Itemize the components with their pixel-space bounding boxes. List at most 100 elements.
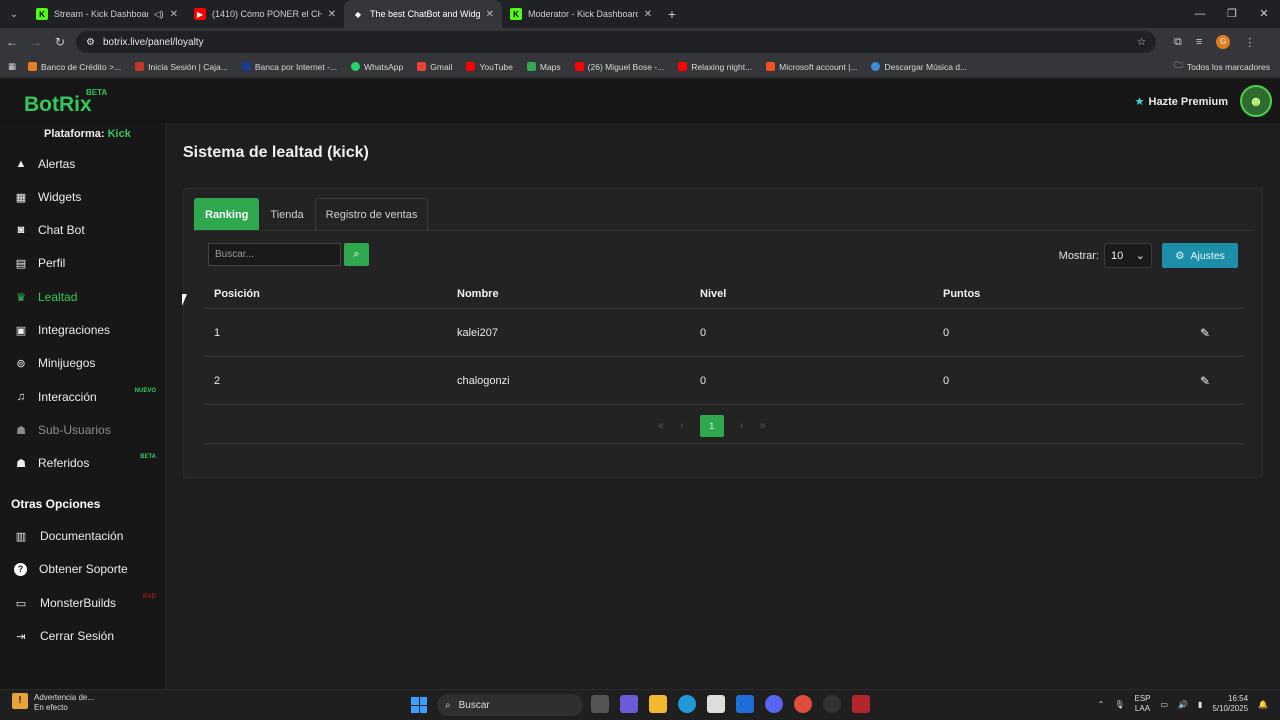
prev-page-icon[interactable]: ‹ [680, 420, 684, 432]
browser-tab[interactable]: K Stream - Kick Dashboard ◁) ✕ [28, 0, 186, 28]
sidebar-item-alertas[interactable]: ▲ Alertas [0, 149, 166, 179]
search-button[interactable]: ⌕ [344, 243, 369, 266]
sidebar-item-perfil[interactable]: ▤ Perfil [0, 248, 166, 278]
weather-warning-widget[interactable]: ! Advertencia de... En efecto [12, 693, 94, 713]
windows-start-icon[interactable] [411, 697, 427, 713]
maximize-icon[interactable]: ❐ [1216, 0, 1248, 28]
chrome-icon[interactable] [794, 695, 812, 713]
tab-tienda[interactable]: Tienda [259, 198, 314, 230]
close-tab-icon[interactable]: ✕ [486, 9, 494, 20]
tab-title: (1410) Cómo PONER el CHAT d [212, 9, 322, 19]
sidebar-item-lealtad[interactable]: ♛ Lealtad [0, 282, 166, 312]
close-window-icon[interactable]: ✕ [1248, 0, 1280, 28]
sidebar-item-soporte[interactable]: ? Obtener Soporte [0, 554, 166, 584]
site-info-icon[interactable]: ⚙ [86, 37, 95, 48]
tab-search-button[interactable]: ⌄ [0, 0, 28, 28]
extensions-icon[interactable]: ⧉ [1174, 36, 1182, 49]
browser-tab-active[interactable]: ◆ The best ChatBot and Widgets ✕ [344, 0, 502, 28]
notification-icon[interactable]: 🔔 [1258, 700, 1268, 709]
gamepad-icon: ⊚ [16, 357, 26, 370]
sidebar-item-interaccion[interactable]: ♫ Interacción NUEVO [0, 382, 166, 412]
premium-label: Hazte Premium [1148, 95, 1228, 108]
bookmark[interactable]: Maps [526, 62, 561, 72]
discord-icon[interactable] [765, 695, 783, 713]
sidebar-item-chat-bot[interactable]: ◙ Chat Bot [0, 215, 166, 245]
bookmark[interactable]: Inicia Sesión | Caja... [135, 62, 228, 72]
task-view-icon[interactable] [591, 695, 609, 713]
audio-icon[interactable]: ◁) [154, 9, 164, 20]
premium-button[interactable]: ★ Hazte Premium [1135, 95, 1228, 109]
url-text: botrix.live/panel/loyalty [102, 36, 204, 48]
system-tray: ⌃ 🎙 ESP LAA ▭ 🔊 ▮ 16:54 5/10/2025 🔔 [1098, 694, 1268, 714]
menu-icon[interactable]: ⋮ [1244, 36, 1255, 49]
botrix-logo[interactable]: BotRix BETA [24, 88, 107, 117]
kick-favicon-icon: K [510, 8, 522, 20]
page-size-select[interactable]: 10 ⌄ [1104, 243, 1152, 268]
url-field[interactable]: ⚙ botrix.live/panel/loyalty ☆ [76, 31, 1156, 53]
bookmark[interactable]: Banco de Crédito >... [28, 62, 121, 72]
new-tab-button[interactable]: + [660, 6, 684, 22]
battery-icon[interactable]: ▮ [1198, 700, 1202, 709]
security-icon[interactable] [736, 695, 754, 713]
edit-pencil-icon[interactable]: ✎ [1200, 374, 1210, 388]
next-page-icon[interactable]: › [740, 420, 744, 432]
volume-icon[interactable]: 🔊 [1178, 700, 1188, 709]
bookmark[interactable]: Gmail [417, 62, 452, 72]
tab-registro-ventas[interactable]: Registro de ventas [314, 198, 429, 230]
user-avatar[interactable]: ☻ [1240, 85, 1272, 117]
sidebar-item-integraciones[interactable]: ▣ Integraciones [0, 315, 166, 345]
bookmark-star-icon[interactable]: ☆ [1137, 37, 1146, 48]
search-input[interactable] [208, 243, 341, 266]
last-page-icon[interactable]: » [759, 420, 765, 432]
bookmark[interactable]: Descargar Música d... [871, 62, 967, 72]
app-icon[interactable] [852, 695, 870, 713]
profile-avatar[interactable]: G [1216, 35, 1231, 49]
sidebar-item-label: Documentación [40, 529, 124, 543]
bookmark[interactable]: YouTube [466, 62, 513, 72]
all-bookmarks-folder[interactable]: 🗀 Todos los marcadores [1174, 60, 1270, 74]
sidebar-item-label: Referidos [38, 456, 90, 470]
bookmark[interactable]: Banca por Internet -... [241, 62, 337, 72]
sidebar-item-referidos[interactable]: ☗ Referidos BETA [0, 448, 166, 478]
minimize-icon[interactable]: — [1184, 0, 1216, 28]
tab-ranking[interactable]: Ranking [194, 198, 260, 230]
store-icon[interactable] [707, 695, 725, 713]
microphone-icon[interactable]: 🎙 [1114, 700, 1124, 709]
edit-pencil-icon[interactable]: ✎ [1200, 326, 1210, 340]
clock[interactable]: 16:54 5/10/2025 [1212, 694, 1248, 714]
browser-tab[interactable]: K Moderator - Kick Dashboard ✕ [502, 0, 660, 28]
tab-title: The best ChatBot and Widgets [370, 9, 480, 19]
language-indicator[interactable]: ESP LAA [1134, 694, 1150, 714]
browser-tab[interactable]: ▶ (1410) Cómo PONER el CHAT d ✕ [186, 0, 344, 28]
sidebar-item-monsterbuilds[interactable]: ▭ MonsterBuilds RAD [0, 588, 166, 618]
edge-icon[interactable] [678, 695, 696, 713]
close-tab-icon[interactable]: ✕ [170, 9, 178, 20]
reload-icon[interactable]: ↻ [48, 35, 72, 49]
network-icon[interactable]: ▭ [1161, 700, 1169, 709]
close-tab-icon[interactable]: ✕ [644, 9, 652, 20]
page-button-current[interactable]: 1 [699, 415, 724, 437]
close-tab-icon[interactable]: ✕ [328, 9, 336, 20]
chevron-up-icon[interactable]: ⌃ [1098, 700, 1105, 709]
back-icon[interactable]: ← [0, 35, 24, 49]
copilot-icon[interactable] [620, 695, 638, 713]
sidebar-item-cerrar-sesion[interactable]: ⇥ Cerrar Sesión [0, 621, 166, 651]
media-icon[interactable]: ≡ [1196, 36, 1202, 48]
sidebar-item-widgets[interactable]: ▦ Widgets [0, 182, 166, 212]
first-page-icon[interactable]: « [658, 420, 664, 432]
bookmark-icon [28, 62, 38, 71]
steam-icon[interactable] [823, 695, 841, 713]
sidebar-item-documentacion[interactable]: ▥ Documentación [0, 521, 166, 551]
bookmark[interactable]: Relaxing night... [678, 62, 752, 72]
sidebar-item-minijuegos[interactable]: ⊚ Minijuegos [0, 348, 166, 378]
bookmark[interactable]: (26) Miguel Bose -... [574, 62, 664, 72]
bookmark[interactable]: Microsoft account |... [766, 62, 857, 72]
sidebar-item-sub-usuarios[interactable]: ☗ Sub-Usuarios [0, 415, 166, 445]
apps-icon[interactable]: ▦ [8, 61, 16, 72]
taskbar-search[interactable]: ⌕ Buscar [437, 694, 583, 716]
forward-icon[interactable]: → [24, 35, 48, 49]
file-explorer-icon[interactable] [649, 695, 667, 713]
settings-button[interactable]: ⚙ Ajustes [1162, 243, 1238, 268]
sidebar-item-label: Perfil [38, 256, 66, 270]
bookmark[interactable]: WhatsApp [351, 62, 403, 72]
